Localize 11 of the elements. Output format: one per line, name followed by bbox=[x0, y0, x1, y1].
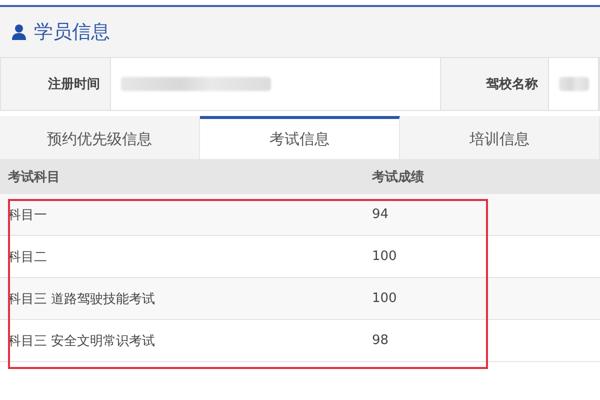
table-cell-text: 100 bbox=[372, 291, 398, 306]
tab[interactable]: 考试信息 bbox=[200, 116, 400, 159]
table-cell-text: 98 bbox=[372, 333, 390, 348]
column-header: 考试科目 bbox=[7, 168, 61, 186]
user-icon bbox=[12, 24, 26, 40]
table-cell-text: 94 bbox=[372, 207, 390, 222]
section-title: 学员信息 bbox=[34, 20, 110, 45]
field-label: 驾校名称 bbox=[441, 58, 549, 110]
column-header: 考试成绩 bbox=[372, 168, 425, 186]
table-cell-text: 100 bbox=[372, 249, 398, 264]
field-label: 注册时间 bbox=[1, 58, 111, 110]
